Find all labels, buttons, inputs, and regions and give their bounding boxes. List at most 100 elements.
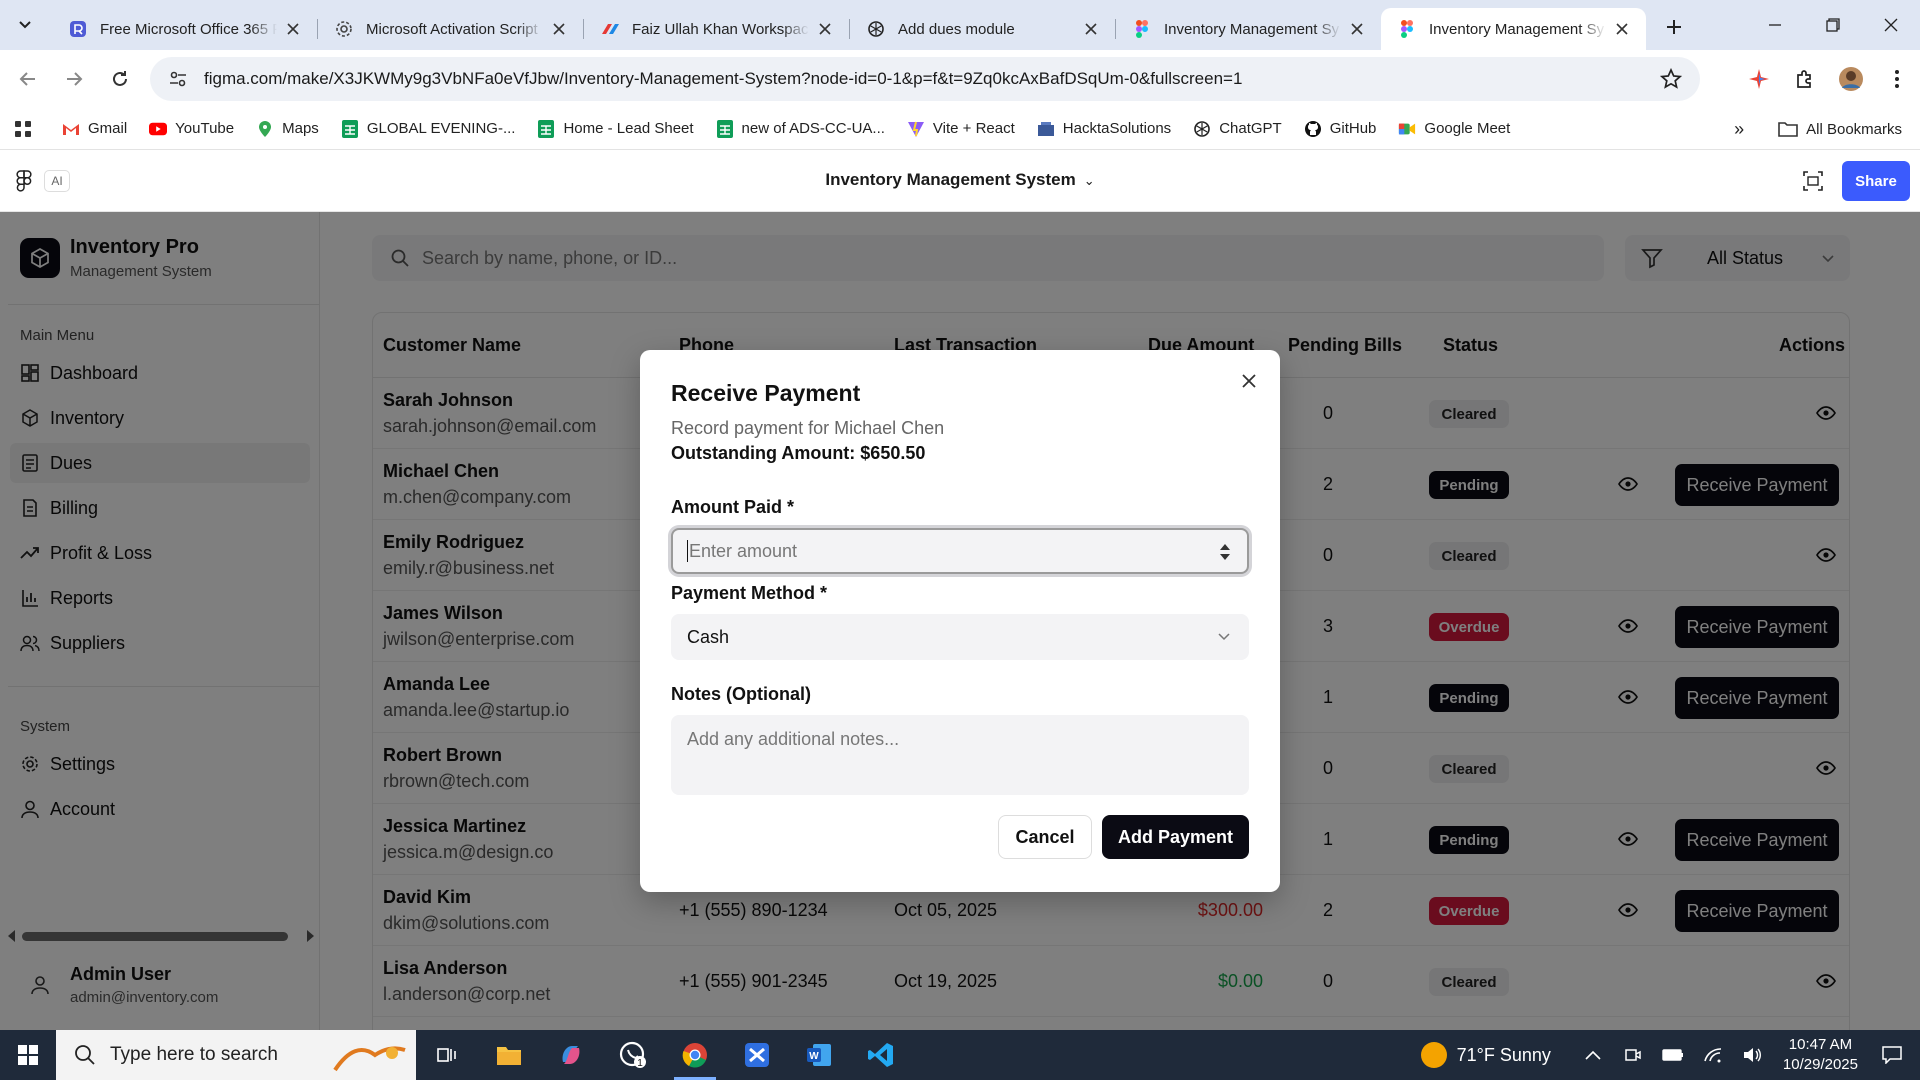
tab-title: Inventory Management Sy xyxy=(1429,20,1605,38)
browser-tab[interactable]: Microsoft Activation Script xyxy=(318,8,583,50)
close-icon[interactable] xyxy=(1238,370,1260,392)
browser-tab[interactable]: Free Microsoft Office 365 F xyxy=(52,8,317,50)
forward-button[interactable] xyxy=(56,61,92,97)
windows-start-icon[interactable] xyxy=(0,1030,56,1080)
new-tab-button[interactable] xyxy=(1656,9,1692,45)
extension-ai-icon[interactable] xyxy=(1736,68,1782,90)
close-tab-icon[interactable] xyxy=(1612,19,1632,39)
youtube-icon xyxy=(149,120,168,138)
browser-tab[interactable]: Add dues module xyxy=(850,8,1115,50)
close-window-button[interactable] xyxy=(1862,0,1920,50)
clock-date: 10/29/2025 xyxy=(1782,1056,1858,1073)
close-tab-icon[interactable] xyxy=(815,19,835,39)
dialog-title: Receive Payment xyxy=(671,380,861,406)
site-settings-icon[interactable] xyxy=(158,70,198,88)
all-bookmarks-link[interactable]: All Bookmarks xyxy=(1806,121,1902,138)
profile-avatar[interactable] xyxy=(1828,66,1874,92)
file-explorer-icon[interactable] xyxy=(478,1030,540,1080)
close-tab-icon[interactable] xyxy=(1347,19,1367,39)
wifi-icon[interactable] xyxy=(1693,1047,1733,1063)
bookmark-link[interactable]: Maps xyxy=(256,120,319,138)
close-tab-icon[interactable] xyxy=(283,19,303,39)
bookmark-label: YouTube xyxy=(175,120,235,137)
bookmark-link[interactable]: YouTube xyxy=(149,120,234,138)
notes-textarea[interactable]: Add any additional notes... xyxy=(671,715,1249,795)
whatsapp-icon[interactable]: 1 xyxy=(602,1030,664,1080)
bookmark-link[interactable]: new of ADS-CC-UA... xyxy=(716,119,885,138)
chevron-up-icon[interactable] xyxy=(1573,1050,1613,1060)
hackta-icon xyxy=(1037,120,1055,138)
task-view-icon[interactable] xyxy=(416,1030,478,1080)
bookmark-star-icon[interactable] xyxy=(1660,68,1682,90)
payment-method-select[interactable]: Cash xyxy=(671,614,1249,660)
weather-widget[interactable]: 71°F Sunny xyxy=(1420,1042,1551,1068)
reload-icon xyxy=(113,71,127,86)
volume-icon[interactable] xyxy=(1733,1047,1773,1063)
bookmark-link[interactable]: GitHub xyxy=(1304,120,1376,138)
close-tab-icon[interactable] xyxy=(1081,19,1101,39)
reload-button[interactable] xyxy=(102,61,138,97)
browser-menu-icon[interactable] xyxy=(1874,68,1920,90)
receive-payment-dialog: Receive Payment Record payment for Micha… xyxy=(640,350,1280,892)
dialog-subtitle: Record payment for Michael Chen xyxy=(671,418,945,438)
notifications-icon[interactable] xyxy=(1872,1046,1912,1064)
file-title-text[interactable]: Inventory Management System xyxy=(825,170,1075,189)
gear-icon xyxy=(334,19,354,39)
bookmark-label: Maps xyxy=(282,120,319,137)
vscode-icon[interactable] xyxy=(850,1030,912,1080)
capcut-icon[interactable] xyxy=(726,1030,788,1080)
bookmark-link[interactable]: ChatGPT xyxy=(1193,120,1282,138)
browser-tab[interactable]: Inventory Management Sy xyxy=(1381,8,1646,50)
meet-now-icon[interactable] xyxy=(1613,1046,1653,1064)
bookmark-label: Google Meet xyxy=(1424,120,1511,137)
weather-text: 71°F Sunny xyxy=(1456,1044,1551,1065)
browser-toolbar-right xyxy=(1736,50,1920,108)
minimize-button[interactable] xyxy=(1746,0,1804,50)
sun-icon xyxy=(1420,1042,1447,1068)
arrow-right-icon xyxy=(67,72,83,86)
close-tab-icon[interactable] xyxy=(549,19,569,39)
notes-placeholder: Add any additional notes... xyxy=(687,729,900,749)
taskbar-search[interactable]: Type here to search xyxy=(56,1030,416,1080)
browser-nav-bar: figma.com/make/X3JKWMy9g3VbNFa0eVfJbw/In… xyxy=(0,50,1920,108)
folder-icon xyxy=(1778,121,1798,137)
url-text[interactable]: figma.com/make/X3JKWMy9g3VbNFa0eVfJbw/In… xyxy=(204,69,1242,89)
battery-icon[interactable] xyxy=(1653,1048,1693,1062)
back-button[interactable] xyxy=(10,61,46,97)
amount-placeholder: Enter amount xyxy=(689,540,798,561)
amount-input[interactable]: Enter amount xyxy=(671,528,1249,574)
chatgpt-icon xyxy=(1193,120,1211,138)
chatgpt-icon xyxy=(866,19,886,39)
linear-icon xyxy=(600,19,620,39)
sheets-icon xyxy=(537,119,555,138)
cancel-button[interactable]: Cancel xyxy=(998,815,1092,859)
add-payment-button[interactable]: Add Payment xyxy=(1102,815,1249,859)
share-button[interactable]: Share xyxy=(1842,161,1910,201)
chevron-down-icon xyxy=(1217,629,1231,643)
file-title[interactable]: Inventory Management System ⌄ xyxy=(0,170,1920,190)
bookmark-link[interactable]: GLOBAL EVENING-... xyxy=(341,119,515,138)
more-bookmarks-icon[interactable]: » xyxy=(1734,119,1744,140)
browser-tab[interactable]: Faiz Ullah Khan Workspace xyxy=(584,8,849,50)
bookmark-link[interactable]: HacktaSolutions xyxy=(1037,120,1171,138)
chrome-icon[interactable] xyxy=(664,1030,726,1080)
bookmark-link[interactable]: Gmail xyxy=(62,120,127,138)
bookmark-link[interactable]: Vite + React xyxy=(907,120,1015,138)
extensions-puzzle-icon[interactable] xyxy=(1782,68,1828,90)
payment-method-label: Payment Method * xyxy=(671,583,828,603)
present-icon[interactable] xyxy=(1802,170,1824,192)
search-icon xyxy=(74,1044,96,1066)
apps-grid-icon[interactable] xyxy=(14,120,32,138)
word-icon[interactable]: W xyxy=(788,1030,850,1080)
restore-button[interactable] xyxy=(1804,0,1862,50)
chevron-down-icon[interactable]: ⌄ xyxy=(1084,173,1095,188)
clock[interactable]: 10:47 AM 10/29/2025 xyxy=(1783,1035,1858,1075)
browser-tab[interactable]: Inventory Management Sy xyxy=(1116,8,1381,50)
address-bar[interactable]: figma.com/make/X3JKWMy9g3VbNFa0eVfJbw/In… xyxy=(150,57,1700,101)
maps-icon xyxy=(256,120,274,138)
bookmark-link[interactable]: Home - Lead Sheet xyxy=(537,119,694,138)
copilot-icon[interactable] xyxy=(540,1030,602,1080)
number-stepper-icon[interactable] xyxy=(1219,542,1231,562)
bookmark-link[interactable]: Google Meet xyxy=(1398,120,1510,138)
tab-search-button[interactable] xyxy=(6,6,44,44)
